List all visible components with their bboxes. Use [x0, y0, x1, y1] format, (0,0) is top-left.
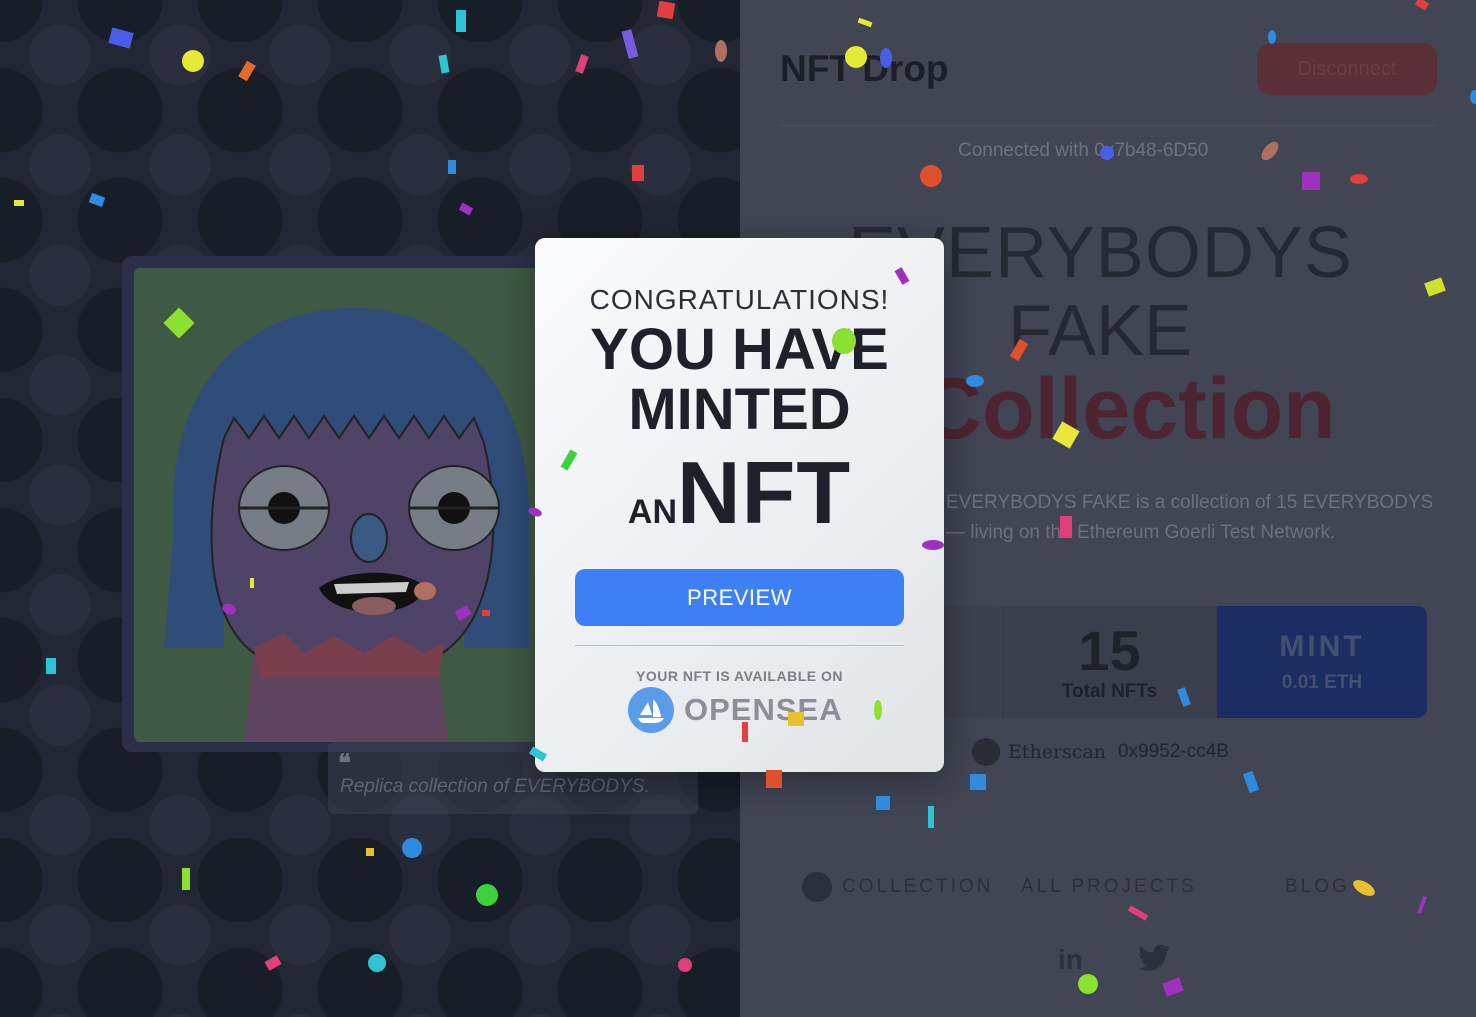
collection-title-line-3: Collection	[920, 361, 1336, 457]
nav-collection[interactable]: COLLECTION	[842, 876, 993, 898]
quote-text: Replica collection of EVERYBODYS.	[340, 776, 650, 797]
opensea-label: OPENSEA	[684, 692, 843, 727]
header-divider	[780, 125, 1436, 126]
brand-title: NFT Drop	[780, 48, 949, 89]
opensea-icon	[628, 687, 674, 733]
headline-line-1: YOU HAVE	[590, 317, 889, 382]
modal-divider	[575, 645, 904, 646]
etherscan-link[interactable]: Etherscan 0x9952-cc4B	[972, 738, 1229, 766]
collection-description: EVERYBODYS FAKE is a collection of 15 EV…	[946, 492, 1434, 543]
nav-all-projects[interactable]: ALL PROJECTS	[1021, 876, 1197, 898]
mint-stats-bar: 15 Total NFTs MINT 0.01 ETH	[940, 606, 1427, 718]
nft-image-frame	[122, 256, 562, 752]
quote-icon: ❝	[338, 748, 351, 777]
footer-nav: COLLECTION ALL PROJECTS BLOG	[802, 872, 1422, 904]
disconnect-button[interactable]: Disconnect	[1257, 43, 1437, 95]
linkedin-icon[interactable]: in	[1058, 944, 1083, 976]
total-count: 15	[1078, 619, 1141, 682]
opensea-logo-icon[interactable]	[802, 872, 832, 902]
contract-address: 0x9952-cc4B	[1118, 741, 1229, 762]
twitter-glyph	[1138, 944, 1170, 971]
etherscan-label: Etherscan	[1008, 741, 1107, 763]
congrats-text: CONGRATULATIONS!	[589, 284, 890, 315]
stat-total-nfts: 15 Total NFTs	[1003, 606, 1217, 718]
preview-button[interactable]: PREVIEW	[575, 569, 904, 626]
twitter-icon[interactable]	[1138, 944, 1170, 979]
stat-minted	[940, 606, 1003, 718]
modal-nft-line: ANNFT	[535, 442, 944, 544]
nft-image	[134, 268, 550, 742]
mint-price: 0.01 ETH	[1281, 672, 1363, 693]
mint-button[interactable]: MINT 0.01 ETH	[1217, 606, 1427, 718]
modal-headline: YOU HAVE MINTED	[535, 320, 944, 440]
etherscan-icon	[972, 738, 1000, 766]
headline-line-2: MINTED	[628, 377, 851, 442]
nft-text: NFT	[677, 443, 852, 542]
opensea-link[interactable]: OPENSEA	[628, 687, 843, 733]
mint-success-modal: CONGRATULATIONS! YOU HAVE MINTED ANNFT P…	[535, 238, 944, 772]
nav-blog[interactable]: BLOG	[1285, 876, 1350, 898]
connected-address: Connected with 0x7b48-6D50	[958, 140, 1209, 161]
available-on-text: YOUR NFT IS AVAILABLE ON	[636, 668, 843, 684]
character-illustration	[164, 308, 530, 742]
mint-label: MINT	[1279, 630, 1365, 663]
an-text: AN	[627, 493, 678, 531]
total-label: Total NFTs	[1061, 681, 1158, 702]
